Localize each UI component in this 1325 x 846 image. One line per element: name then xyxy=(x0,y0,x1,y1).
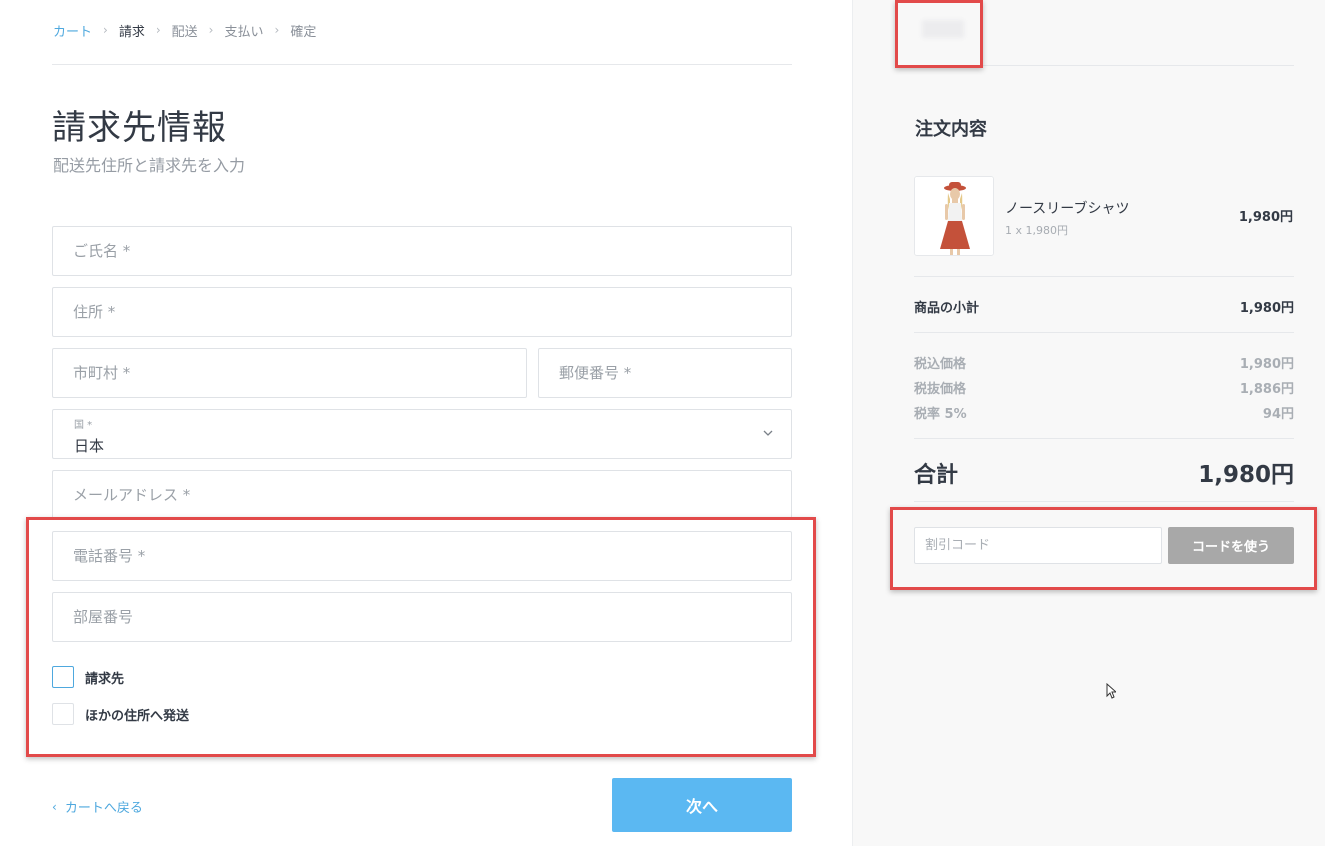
product-name: ノースリーブシャツ xyxy=(1005,201,1130,217)
product-price: 1,980円 xyxy=(1238,210,1293,225)
summary-divider xyxy=(913,65,1294,66)
store-logo xyxy=(922,20,964,38)
breadcrumb-separator: › xyxy=(274,23,280,37)
breadcrumb-confirm: 確定 xyxy=(290,24,317,40)
chevron-left-icon: ‹ xyxy=(52,799,57,814)
country-value: 日本 xyxy=(74,437,105,455)
subtotal-row: 商品の小計 1,980円 xyxy=(914,297,1294,316)
summary-divider xyxy=(914,501,1294,502)
city-field[interactable] xyxy=(52,348,527,398)
breadcrumb-separator: › xyxy=(155,23,161,37)
country-label: 国 * xyxy=(74,420,93,431)
tax-row-value: 1,980円 xyxy=(1239,357,1294,372)
billing-panel: カート › 請求 › 配送 › 支払い › 確定 請求先情報 配送先住所と請求先… xyxy=(0,0,852,846)
breadcrumb-shipping: 配送 xyxy=(171,24,198,40)
product-quantity: 1 x 1,980円 xyxy=(1005,224,1068,237)
tax-row: 税率 5% 94円 xyxy=(914,403,1294,422)
name-field[interactable] xyxy=(52,226,792,276)
room-field[interactable] xyxy=(52,592,792,642)
summary-divider xyxy=(914,276,1294,277)
order-summary-panel: 注文内容 ノースリーブシャツ 1 x 1,980円 1,980円 商品の小計 1… xyxy=(852,0,1325,846)
subtotal-value: 1,980円 xyxy=(1239,301,1294,316)
name-input[interactable] xyxy=(73,227,791,275)
summary-title: 注文内容 xyxy=(915,119,987,140)
subtotal-label: 商品の小計 xyxy=(914,301,980,316)
tax-row-label: 税率 5% xyxy=(914,407,967,422)
apply-code-button[interactable]: コードを使う xyxy=(1168,527,1294,564)
ship-other-checkbox-label: ほかの住所へ発送 xyxy=(85,708,190,724)
checkout-page: カート › 請求 › 配送 › 支払い › 確定 請求先情報 配送先住所と請求先… xyxy=(0,0,1325,846)
room-input[interactable] xyxy=(73,593,791,641)
mouse-cursor-icon xyxy=(1106,683,1116,699)
email-input[interactable] xyxy=(73,471,791,519)
tax-row-label: 税抜価格 xyxy=(914,382,967,397)
phone-field[interactable] xyxy=(52,531,792,581)
city-input[interactable] xyxy=(73,349,526,397)
back-to-cart-label: カートへ戻る xyxy=(64,801,143,816)
tax-row-value: 94円 xyxy=(1262,407,1294,422)
breadcrumb-divider xyxy=(52,64,792,65)
billing-checkbox-row[interactable]: 請求先 xyxy=(52,666,124,688)
breadcrumb-separator: › xyxy=(208,23,214,37)
address-input[interactable] xyxy=(73,288,791,336)
postal-input[interactable] xyxy=(559,349,791,397)
address-field[interactable] xyxy=(52,287,792,337)
tax-row-label: 税込価格 xyxy=(914,357,967,372)
next-button[interactable]: 次へ xyxy=(612,778,792,832)
breadcrumb-separator: › xyxy=(103,23,108,37)
breadcrumb: カート › 請求 › 配送 › 支払い › 確定 xyxy=(53,20,316,40)
product-photo-icon xyxy=(915,177,993,255)
page-subtitle: 配送先住所と請求先を入力 xyxy=(53,156,246,175)
back-to-cart-link[interactable]: ‹ カートへ戻る xyxy=(52,797,143,817)
total-value: 1,980円 xyxy=(1198,462,1294,488)
ship-other-checkbox-row[interactable]: ほかの住所へ発送 xyxy=(52,703,189,725)
email-field[interactable] xyxy=(52,470,792,520)
tax-row: 税抜価格 1,886円 xyxy=(914,378,1294,397)
tax-row: 税込価格 1,980円 xyxy=(914,353,1294,372)
billing-checkbox-label: 請求先 xyxy=(85,671,125,687)
phone-input[interactable] xyxy=(73,532,791,580)
chevron-down-icon xyxy=(763,430,773,436)
tax-row-value: 1,886円 xyxy=(1239,382,1294,397)
billing-checkbox[interactable] xyxy=(52,666,74,688)
country-select[interactable]: 国 * 日本 xyxy=(52,409,792,459)
product-image xyxy=(914,176,994,256)
breadcrumb-billing: 請求 xyxy=(118,24,145,40)
total-label: 合計 xyxy=(914,463,959,488)
total-row: 合計 1,980円 xyxy=(914,455,1294,489)
ship-other-checkbox[interactable] xyxy=(52,703,74,725)
discount-code-input[interactable] xyxy=(914,527,1162,564)
postal-field[interactable] xyxy=(538,348,792,398)
breadcrumb-cart[interactable]: カート xyxy=(53,21,92,40)
summary-divider xyxy=(914,332,1294,333)
page-title: 請求先情報 xyxy=(52,108,227,148)
summary-divider xyxy=(914,438,1294,439)
breadcrumb-payment: 支払い xyxy=(224,24,264,40)
